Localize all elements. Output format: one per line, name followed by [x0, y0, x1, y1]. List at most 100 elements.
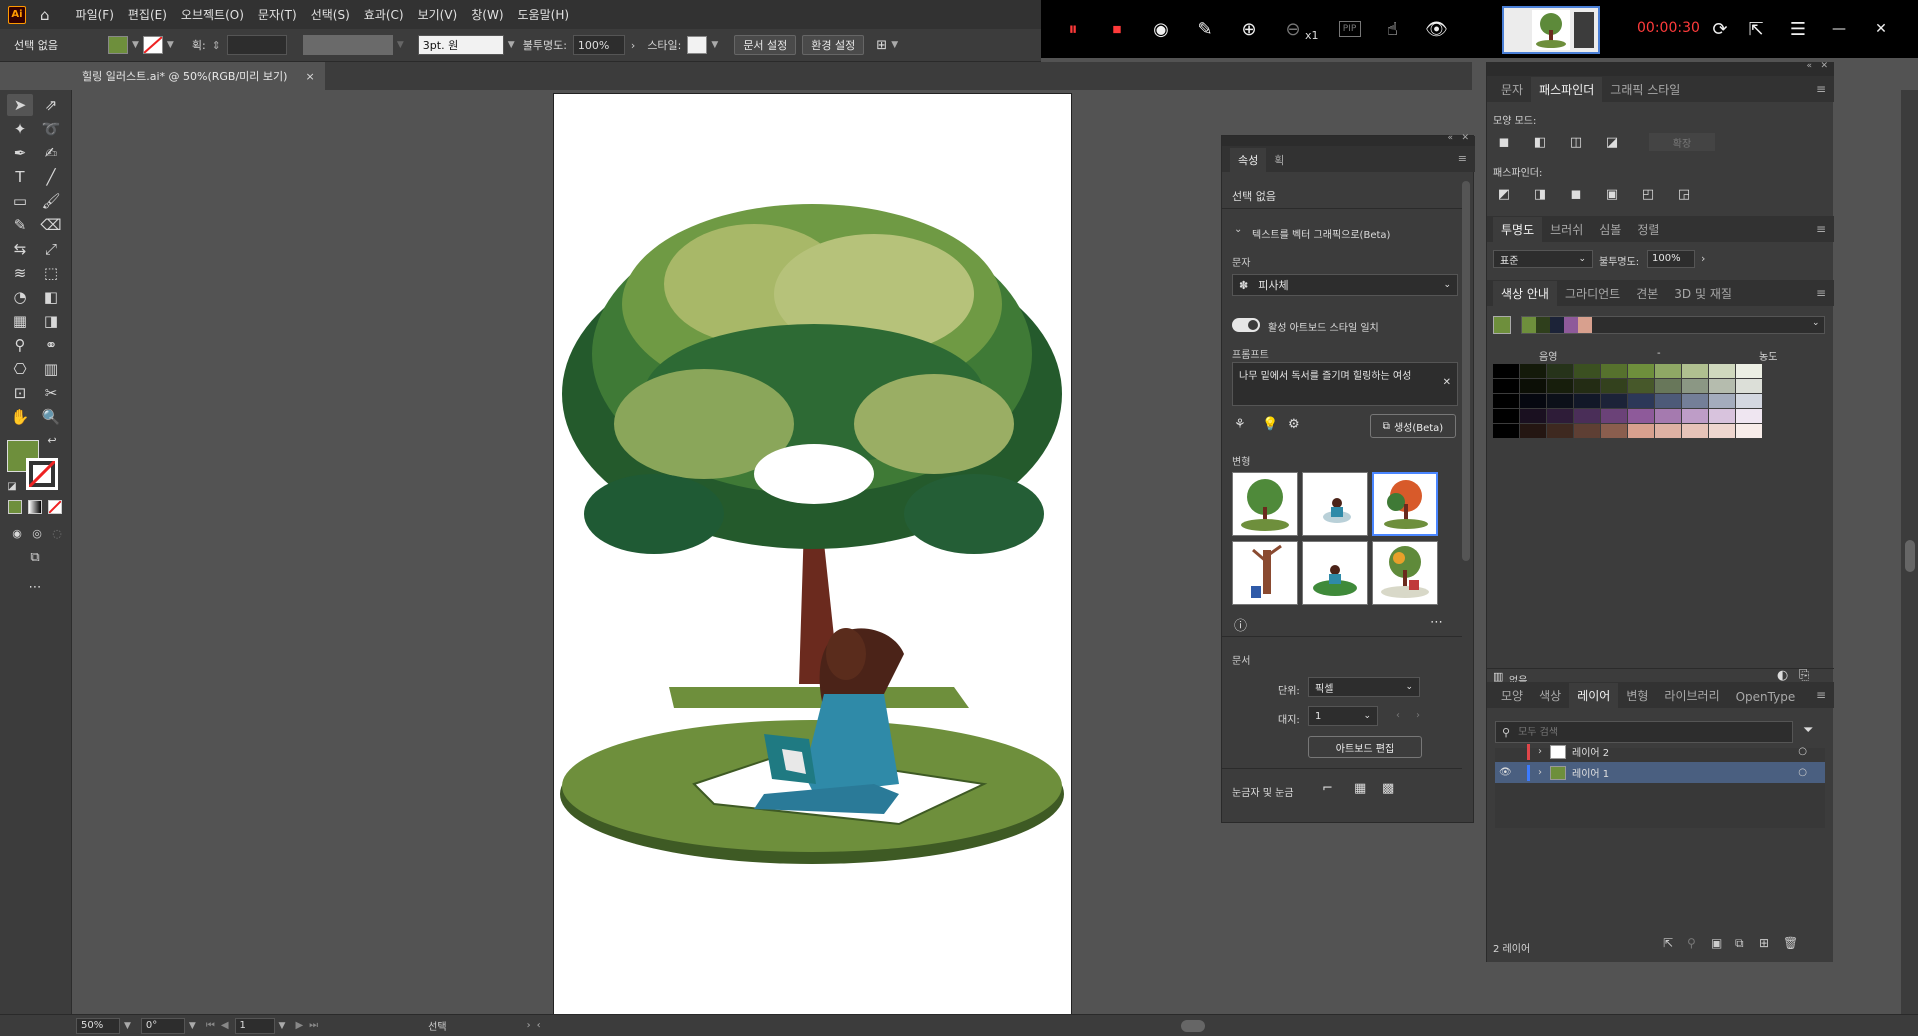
trim-icon[interactable]: ◨ — [1529, 184, 1551, 204]
divide-icon[interactable]: ◩ — [1493, 184, 1515, 204]
color-guide-swatch[interactable] — [1682, 379, 1708, 393]
mesh-tool-icon[interactable]: ▦ — [7, 310, 33, 332]
stroke-swatch[interactable] — [142, 36, 163, 54]
shape-builder-icon[interactable]: ◔ — [7, 286, 33, 308]
tab-libraries[interactable]: 라이브러리 — [1656, 683, 1727, 708]
color-guide-swatch[interactable] — [1628, 409, 1654, 423]
menu-object[interactable]: 오브젝트(O) — [181, 6, 244, 23]
color-guide-swatch[interactable] — [1574, 394, 1600, 408]
color-guide-swatch[interactable] — [1547, 409, 1573, 423]
panel-scrollbar[interactable] — [1462, 181, 1470, 561]
color-guide-swatch[interactable] — [1493, 409, 1519, 423]
panel-menu-icon[interactable]: ≡ — [1816, 82, 1826, 96]
color-guide-swatch[interactable] — [1709, 424, 1735, 438]
document-setup-button[interactable]: 문서 설정 — [734, 35, 797, 55]
idea-icon[interactable]: 💡 — [1262, 417, 1278, 432]
tab-symbols[interactable]: 심볼 — [1591, 217, 1629, 242]
prev-artboard-icon[interactable]: ◀ — [221, 1020, 229, 1031]
chevron-down-icon[interactable]: ▼ — [508, 40, 515, 50]
blend-mode-dropdown[interactable]: 표준 ⌄ — [1493, 250, 1593, 268]
expand-button[interactable]: 확장 — [1649, 133, 1715, 151]
first-artboard-icon[interactable]: ⏮ — [206, 1020, 215, 1031]
intersect-icon[interactable]: ◫ — [1565, 132, 1587, 152]
menu-effect[interactable]: 효과(C) — [364, 6, 404, 23]
line-tool-icon[interactable]: ╱ — [38, 166, 64, 188]
color-guide-swatch[interactable] — [1493, 379, 1519, 393]
tab-align[interactable]: 정렬 — [1629, 217, 1667, 242]
tab-opentype[interactable]: OpenType — [1728, 686, 1804, 708]
clipping-mask-icon[interactable]: ▣ — [1711, 936, 1722, 950]
color-guide-swatch[interactable] — [1574, 379, 1600, 393]
chevron-down-icon[interactable]: ▼ — [124, 1021, 131, 1031]
refresh-icon[interactable]: ⟳ — [1708, 17, 1732, 41]
horizontal-scroll-thumb[interactable] — [1180, 1019, 1205, 1032]
stop-icon[interactable]: ⏹ — [1105, 17, 1129, 41]
live-paint-icon[interactable]: ◧ — [38, 286, 64, 308]
free-transform-icon[interactable]: ⬚ — [38, 262, 64, 284]
dock-drag-bar[interactable]: « ✕ — [1487, 61, 1834, 76]
rectangle-tool-icon[interactable]: ▭ — [7, 190, 33, 212]
variation-thumbnail[interactable] — [1232, 472, 1298, 536]
tab-properties[interactable]: 속성 — [1230, 148, 1267, 172]
target-icon[interactable]: ○ — [1798, 767, 1807, 778]
gear-icon[interactable]: ⚙ — [1288, 417, 1300, 432]
camera-icon[interactable]: ◉ — [1149, 17, 1173, 41]
color-guide-swatch[interactable] — [1736, 394, 1762, 408]
unite-icon[interactable]: ◼ — [1493, 132, 1515, 152]
swap-colors-icon[interactable]: ↩ — [44, 432, 60, 448]
close-recorder-icon[interactable]: ✕ — [1869, 17, 1893, 41]
color-guide-swatch[interactable] — [1520, 394, 1546, 408]
layer-name[interactable]: 레이어 1 — [1572, 765, 1609, 780]
color-guide-swatch[interactable] — [1493, 394, 1519, 408]
color-guide-swatch[interactable] — [1601, 379, 1627, 393]
panel-menu-icon[interactable]: ≡ — [1816, 688, 1826, 702]
prev-artboard-icon[interactable]: ‹ — [1396, 710, 1400, 721]
color-guide-swatch[interactable] — [1520, 424, 1546, 438]
text-to-vector-header[interactable]: 텍스트를 벡터 그래픽으로(Beta) — [1252, 226, 1390, 241]
color-guide-swatch[interactable] — [1709, 409, 1735, 423]
color-guide-swatch[interactable] — [1736, 409, 1762, 423]
canvas-vertical-scrollbar[interactable] — [1901, 90, 1918, 1014]
stroke-weight-field[interactable] — [226, 35, 287, 55]
scroll-left-icon[interactable]: ‹ — [537, 1020, 541, 1031]
paintbrush-icon[interactable]: 🖌 — [38, 190, 64, 212]
minus-front-icon[interactable]: ◧ — [1529, 132, 1551, 152]
color-guide-swatch[interactable] — [1547, 379, 1573, 393]
stepper-icon[interactable]: ⇕ — [212, 39, 221, 52]
zoom-tool-icon[interactable]: 🔍 — [38, 406, 64, 428]
chevron-down-icon[interactable]: ▼ — [397, 40, 404, 50]
settings-icon[interactable]: ☰ — [1786, 17, 1810, 41]
export-asset-icon[interactable]: ⇱ — [1663, 936, 1673, 950]
eraser-icon[interactable]: ⌫ — [38, 214, 64, 236]
color-guide-swatch[interactable] — [1655, 394, 1681, 408]
harmony-color-swatch[interactable] — [1550, 317, 1564, 333]
color-guide-swatch[interactable] — [1601, 424, 1627, 438]
draw-inside-icon[interactable]: ◌ — [44, 522, 70, 544]
tab-pathfinder[interactable]: 패스파인더 — [1531, 77, 1603, 102]
last-artboard-icon[interactable]: ⏭ — [309, 1020, 318, 1031]
color-guide-swatch[interactable] — [1682, 394, 1708, 408]
tab-transparency[interactable]: 투명도 — [1493, 217, 1543, 242]
collapse-icon[interactable]: « — [1447, 133, 1453, 143]
hide-icon[interactable]: 👁 — [1425, 17, 1449, 41]
pip-icon[interactable]: PIP — [1338, 21, 1361, 37]
minimize-icon[interactable]: — — [1827, 17, 1851, 41]
color-guide-swatch[interactable] — [1628, 424, 1654, 438]
eyedropper-icon[interactable]: ⚲ — [7, 334, 33, 356]
type-tool-icon[interactable]: T — [7, 166, 33, 188]
color-guide-swatch[interactable] — [1709, 379, 1735, 393]
zoom-field[interactable]: 50% — [76, 1017, 120, 1034]
artboard[interactable] — [553, 93, 1072, 1015]
match-style-toggle[interactable] — [1232, 318, 1260, 332]
layer-search-input[interactable] — [1518, 726, 1759, 738]
transparency-grid-icon[interactable]: ▩ — [1382, 781, 1394, 796]
color-guide-swatch[interactable] — [1520, 409, 1546, 423]
tab-swatches[interactable]: 견본 — [1628, 281, 1666, 306]
target-icon[interactable]: ○ — [1798, 746, 1807, 757]
color-guide-swatch[interactable] — [1736, 379, 1762, 393]
close-panel-icon[interactable]: ✕ — [1461, 133, 1469, 143]
artboard-tool-icon[interactable]: ⊡ — [7, 382, 33, 404]
color-guide-swatch[interactable] — [1601, 394, 1627, 408]
harmony-colors-dropdown[interactable] — [1521, 316, 1825, 334]
color-guide-swatch[interactable] — [1709, 364, 1735, 378]
